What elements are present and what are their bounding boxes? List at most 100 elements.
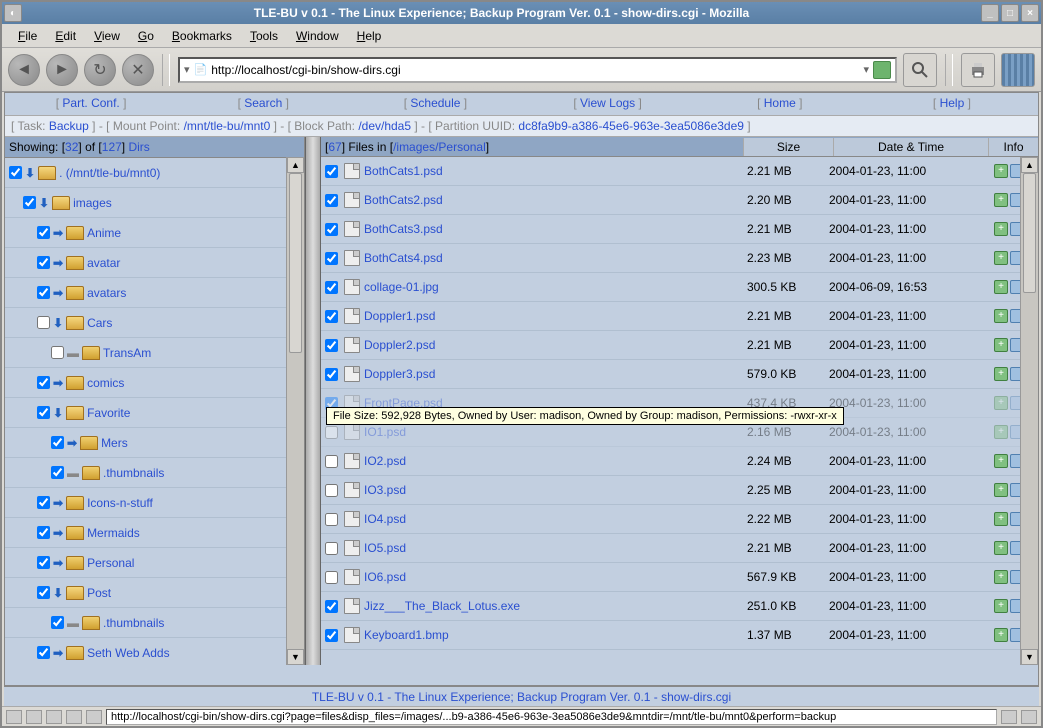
file-name[interactable]: Doppler2.psd [364,338,739,352]
tree-checkbox[interactable] [37,496,50,509]
dirs-link[interactable]: Dirs [128,140,149,154]
tree-label[interactable]: Icons-n-stuff [87,496,153,510]
reload-button[interactable]: ↻ [84,54,116,86]
collapse-icon[interactable]: ⬇ [25,166,35,180]
expand-icon[interactable]: ➡ [53,526,63,540]
tree-checkbox[interactable] [37,646,50,659]
scroll-down-button[interactable]: ▼ [287,649,304,665]
tree-checkbox[interactable] [37,526,50,539]
go-button[interactable] [873,61,891,79]
tree-checkbox[interactable] [37,556,50,569]
add-icon[interactable]: + [994,193,1008,207]
add-icon[interactable]: + [994,280,1008,294]
tree-checkbox[interactable] [37,226,50,239]
menu-view[interactable]: View [86,27,128,45]
tree-label[interactable]: images [73,196,112,210]
bookmark-dropdown-icon[interactable]: ▾ [184,63,190,76]
file-checkbox[interactable] [325,310,338,323]
close-button[interactable]: × [1021,4,1039,22]
add-icon[interactable]: + [994,251,1008,265]
add-icon[interactable]: + [994,425,1008,439]
menu-tools[interactable]: Tools [242,27,286,45]
tree-checkbox[interactable] [51,346,64,359]
tree-checkbox[interactable] [9,166,22,179]
collapse-icon[interactable]: ⬇ [53,316,63,330]
file-checkbox[interactable] [325,281,338,294]
composer-icon[interactable] [46,710,62,724]
menu-go[interactable]: Go [130,27,162,45]
file-name[interactable]: BothCats4.psd [364,251,739,265]
scroll-down-button[interactable]: ▼ [1021,649,1038,665]
expand-icon[interactable]: ➡ [53,256,63,270]
add-icon[interactable]: + [994,164,1008,178]
tree-label[interactable]: Cars [87,316,112,330]
block-link[interactable]: /dev/hda5 [358,119,411,133]
mail-icon[interactable] [26,710,42,724]
expand-icon[interactable]: ➡ [53,226,63,240]
file-scrollbar[interactable]: ▲ ▼ [1020,157,1038,665]
file-checkbox[interactable] [325,600,338,613]
add-icon[interactable]: + [994,541,1008,555]
tree-checkbox[interactable] [23,196,36,209]
file-name[interactable]: IO3.psd [364,483,739,497]
file-name[interactable]: Keyboard1.bmp [364,628,739,642]
menu-file[interactable]: File [10,27,45,45]
add-icon[interactable]: + [994,628,1008,642]
tree-label[interactable]: .thumbnails [103,466,164,480]
minimize-button[interactable]: _ [981,4,999,22]
file-checkbox[interactable] [325,455,338,468]
window-menu-icon[interactable]: ◐ [4,4,22,22]
navtab-help[interactable]: [ Help ] [866,93,1038,115]
maximize-button[interactable]: □ [1001,4,1019,22]
file-name[interactable]: Jizz___The_Black_Lotus.exe [364,599,739,613]
menu-help[interactable]: Help [349,27,390,45]
expand-icon[interactable]: ➡ [67,436,77,450]
tree-checkbox[interactable] [37,286,50,299]
tree-checkbox[interactable] [37,316,50,329]
tree-checkbox[interactable] [37,376,50,389]
tree-label[interactable]: avatars [87,286,126,300]
tree-checkbox[interactable] [37,586,50,599]
scroll-up-button[interactable]: ▲ [287,157,304,173]
tree-label[interactable]: avatar [87,256,120,270]
security-icon[interactable] [1021,710,1037,724]
add-icon[interactable]: + [994,338,1008,352]
tree-label[interactable]: Seth Web Adds [87,646,170,660]
file-name[interactable]: collage-01.jpg [364,280,739,294]
expand-icon[interactable]: ➡ [53,556,63,570]
tree-label[interactable]: comics [87,376,124,390]
file-checkbox[interactable] [325,339,338,352]
tree-checkbox[interactable] [51,436,64,449]
size-column-header[interactable]: Size [743,138,833,156]
tree-label[interactable]: Favorite [87,406,130,420]
add-icon[interactable]: + [994,367,1008,381]
tree-label[interactable]: Mers [101,436,128,450]
uuid-link[interactable]: dc8fa9b9-a386-45e6-963e-3ea5086e3de9 [518,119,744,133]
scroll-thumb[interactable] [1023,173,1036,293]
file-checkbox[interactable] [325,629,338,642]
file-name[interactable]: BothCats2.psd [364,193,739,207]
menu-edit[interactable]: Edit [47,27,84,45]
tree-checkbox[interactable] [51,466,64,479]
scroll-thumb[interactable] [289,173,302,353]
forward-button[interactable]: ► [46,54,78,86]
add-icon[interactable]: + [994,309,1008,323]
expand-icon[interactable]: ➡ [53,286,63,300]
history-dropdown-icon[interactable]: ▾ [863,63,869,76]
expand-icon[interactable]: ➡ [53,496,63,510]
total-count[interactable]: 127 [102,140,122,154]
file-checkbox[interactable] [325,426,338,439]
file-checkbox[interactable] [325,542,338,555]
add-icon[interactable]: + [994,483,1008,497]
pane-splitter[interactable] [305,137,321,665]
file-name[interactable]: BothCats3.psd [364,222,739,236]
info-column-header[interactable]: Info [988,138,1038,156]
current-path[interactable]: /images/Personal [393,140,486,154]
file-name[interactable]: Doppler1.psd [364,309,739,323]
add-icon[interactable]: + [994,454,1008,468]
file-checkbox[interactable] [325,252,338,265]
file-checkbox[interactable] [325,513,338,526]
file-checkbox[interactable] [325,571,338,584]
tree-checkbox[interactable] [37,406,50,419]
file-name[interactable]: IO1.psd [364,425,739,439]
